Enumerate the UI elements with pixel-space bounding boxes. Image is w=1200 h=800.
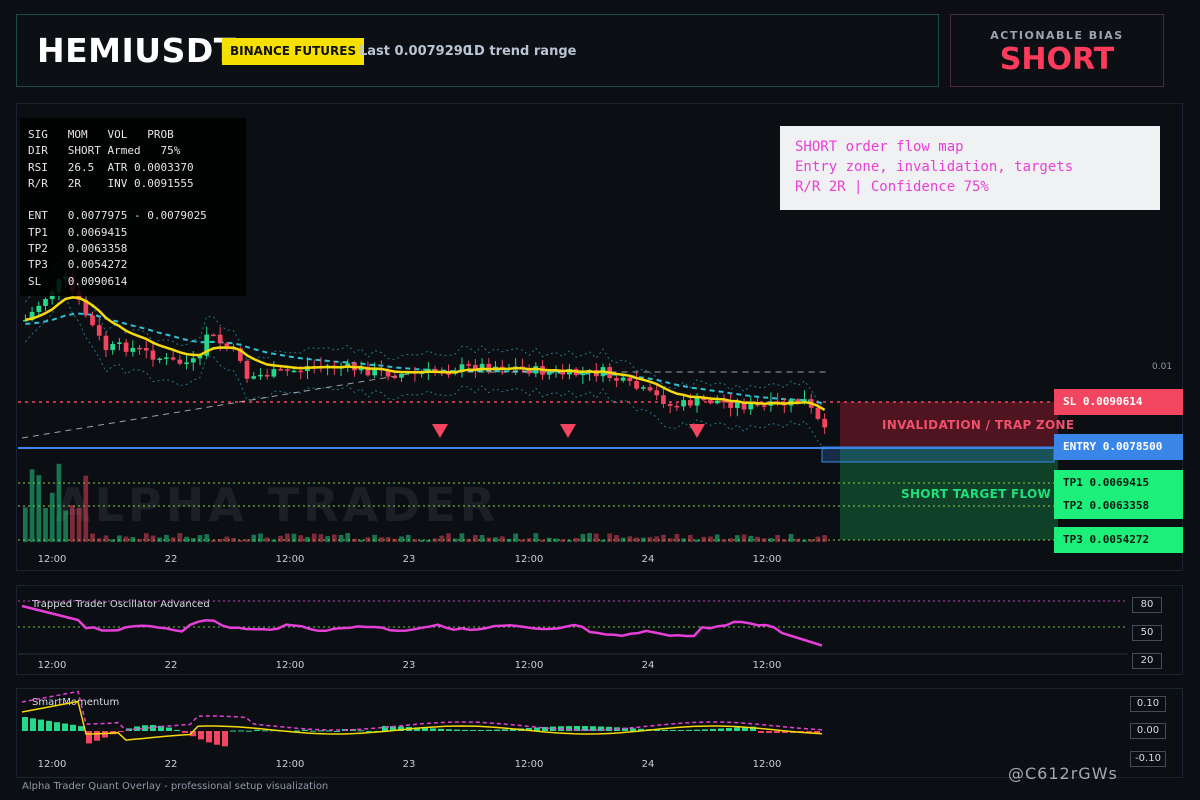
info-row: SIG MOM VOL PROB: [28, 128, 174, 141]
note-line-1: SHORT order flow map: [795, 139, 964, 155]
entry-tag: ENTRY 0.0078500: [1054, 434, 1183, 460]
bias-panel: ACTIONABLE BIAS SHORT: [950, 14, 1164, 87]
mom-scale-bottom: -0.10: [1130, 751, 1166, 767]
exchange-badge: BINANCE FUTURES: [222, 38, 365, 65]
note-line-3: R/R 2R | Confidence 75%: [795, 179, 989, 195]
info-row: RSI 26.5 ATR 0.0003370: [28, 160, 194, 174]
info-row: TP1 0.0069415: [28, 225, 128, 239]
tp2-tag: TP2 0.0063358: [1054, 493, 1183, 519]
last-price: Last 0.0079290: [359, 44, 472, 59]
symbol-title: HEMIUSDT: [37, 31, 237, 70]
price-tick: 0.01: [1152, 362, 1173, 372]
osc-scale-20: 20: [1132, 653, 1162, 669]
bias-label: ACTIONABLE BIAS: [990, 29, 1124, 42]
info-row: [28, 192, 238, 208]
info-row: TP2 0.0063358: [28, 242, 128, 256]
mom-scale-top: 0.10: [1130, 696, 1166, 712]
trend-range: 1D trend range: [465, 44, 577, 59]
note-box: SHORT order flow map Entry zone, invalid…: [780, 126, 1160, 210]
bias-value: SHORT: [999, 42, 1115, 77]
footer-caption: Alpha Trader Quant Overlay - professiona…: [22, 781, 329, 792]
oscillator-title: Trapped Trader Oscillator Advanced: [32, 599, 210, 610]
header-panel: HEMIUSDT BINANCE FUTURES Last 0.0079290 …: [16, 14, 939, 87]
info-row: R/R 2R INV 0.0091555: [28, 176, 194, 190]
invalidation-zone-label: INVALIDATION / TRAP ZONE: [882, 418, 1075, 432]
target-zone-label: SHORT TARGET FLOW: [901, 487, 1052, 501]
info-row: ENT 0.0077975 - 0.0079025: [28, 209, 207, 223]
watermark: ALPHA TRADER: [55, 478, 500, 532]
momentum-title: SmartMomentum: [32, 697, 120, 708]
note-line-2: Entry zone, invalidation, targets: [795, 159, 1074, 175]
tp3-tag: TP3 0.0054272: [1054, 527, 1183, 553]
osc-scale-80: 80: [1132, 597, 1162, 613]
info-table: SIG MOM VOL PROB DIR SHORT Armed 75% RSI 2…: [20, 118, 246, 296]
osc-scale-50: 50: [1132, 625, 1162, 641]
info-row: SL 0.0090614: [28, 274, 128, 288]
signature-watermark: @C612rGWs: [1008, 764, 1118, 783]
info-row: DIR SHORT Armed 75%: [28, 144, 181, 158]
info-row: TP3 0.0054272: [28, 258, 128, 272]
sl-tag: SL 0.0090614: [1054, 389, 1183, 415]
mom-scale-zero: 0.00: [1130, 723, 1166, 739]
